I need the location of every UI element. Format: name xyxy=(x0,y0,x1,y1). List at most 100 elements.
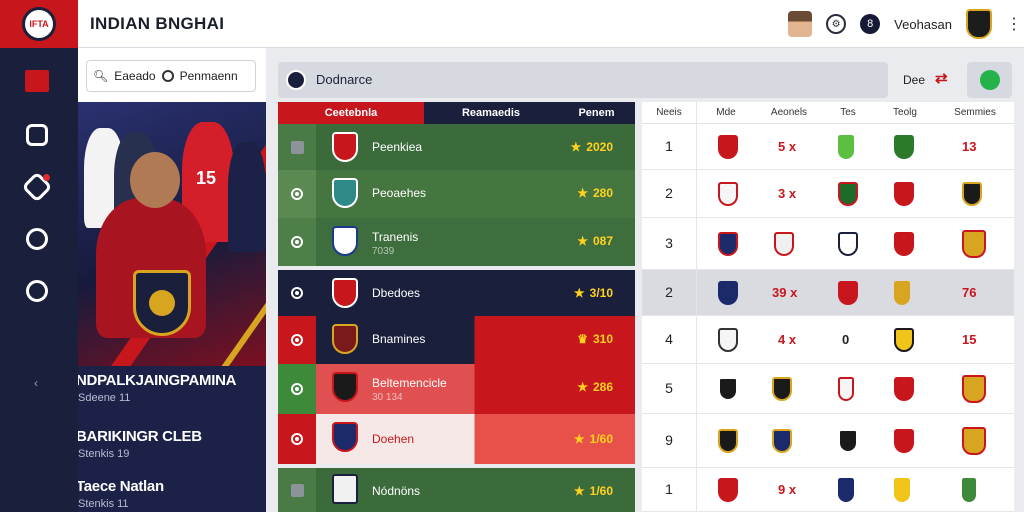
nav-team-icon[interactable] xyxy=(22,224,52,254)
club-sub: Stenkis 11 xyxy=(78,498,129,510)
radio-button[interactable] xyxy=(291,383,303,395)
table-row[interactable]: Tranenis 7039 ★ 087 xyxy=(278,218,635,266)
cell-value: 9 x xyxy=(778,482,797,497)
table-row[interactable]: 5 xyxy=(642,364,1014,414)
settings-icon[interactable]: ⚙ xyxy=(826,14,847,34)
team-badge-icon xyxy=(332,132,358,162)
row-select[interactable] xyxy=(278,468,316,512)
more-menu-icon[interactable]: ⋮ xyxy=(1006,14,1022,34)
column-header[interactable]: Reamaedis xyxy=(424,102,558,124)
column-header[interactable]: Ceetebnla xyxy=(278,102,424,124)
checkbox[interactable] xyxy=(290,140,304,154)
filter-icon[interactable] xyxy=(161,70,174,82)
table-row[interactable]: Peenkiea ★ 2020 xyxy=(278,124,635,170)
table-row[interactable]: Nódnöns ★ 1/60 xyxy=(278,468,635,512)
table-row[interactable]: 3 xyxy=(642,218,1014,270)
team-badge-icon xyxy=(332,324,358,354)
avatar[interactable] xyxy=(788,11,813,37)
team-badge-icon xyxy=(962,182,982,206)
team-badge-icon xyxy=(718,328,738,352)
table-row[interactable]: 1 5 x 13 xyxy=(642,124,1014,170)
nav-rail: ‹ xyxy=(0,48,78,512)
row-index: 1 xyxy=(665,138,673,154)
logo-crest-icon: IFTA xyxy=(22,7,56,41)
go-button[interactable] xyxy=(967,62,1012,98)
radio-button[interactable] xyxy=(291,236,303,248)
column-header[interactable]: Tes xyxy=(822,107,874,118)
table-row[interactable]: 2 39 x 76 xyxy=(642,270,1014,316)
team-badge-icon xyxy=(838,478,854,502)
table-row[interactable]: 4 4 x 0 15 xyxy=(642,316,1014,364)
team-badge-icon xyxy=(772,377,792,401)
row-select[interactable] xyxy=(278,414,316,464)
swap-icon[interactable]: ⇄ xyxy=(935,69,953,87)
team-cell: Tranenis 7039 ★ 087 xyxy=(316,218,635,266)
radio-button[interactable] xyxy=(291,188,303,200)
star-icon: ★ xyxy=(577,234,588,248)
column-header[interactable]: Aeonels xyxy=(756,107,822,118)
table-row[interactable]: 2 3 x xyxy=(642,170,1014,218)
table-row[interactable]: 1 9 x xyxy=(642,468,1014,512)
nav-calendar-icon[interactable] xyxy=(22,120,52,150)
row-index: 3 xyxy=(665,235,673,251)
radio-button[interactable] xyxy=(291,287,303,299)
search-input[interactable]: Eaeado xyxy=(114,69,155,83)
team-badge-icon xyxy=(894,281,910,305)
team-badge-icon xyxy=(894,232,914,256)
radio-button[interactable] xyxy=(291,433,303,445)
table-row[interactable]: Dbedoes ★ 3/10 xyxy=(278,270,635,316)
row-select[interactable] xyxy=(278,270,316,316)
team-name: Dbedoes xyxy=(372,286,421,300)
user-icon[interactable]: 8 xyxy=(860,14,881,34)
checkbox[interactable] xyxy=(290,483,304,497)
table-row[interactable]: Peoaehes ★ 280 xyxy=(278,170,635,218)
team-icon xyxy=(26,228,48,250)
row-index: 1 xyxy=(665,481,673,497)
row-select[interactable] xyxy=(278,124,316,170)
row-select[interactable] xyxy=(278,316,316,364)
row-select[interactable] xyxy=(278,364,316,414)
nav-network-icon[interactable] xyxy=(21,171,53,203)
cell-value: 3 x xyxy=(778,186,797,201)
search-box[interactable]: 🔍︎ Eaeado Penmaenn xyxy=(86,60,256,92)
column-header[interactable]: Mde xyxy=(696,107,756,118)
table-row[interactable]: 9 xyxy=(642,414,1014,468)
team-rating: ★ 1/60 xyxy=(573,484,613,498)
team-badge-icon xyxy=(332,372,358,402)
table-row[interactable]: Beltemencicle 30 134 ★ 286 xyxy=(278,364,635,414)
header-right-label[interactable]: Dee xyxy=(903,73,925,87)
column-header[interactable]: Neeis xyxy=(642,107,696,118)
row-select[interactable] xyxy=(278,170,316,218)
team-sub: 30 134 xyxy=(372,392,403,403)
player-figure xyxy=(228,142,266,252)
club-badge-icon[interactable] xyxy=(966,9,992,39)
club-sub: Stenkis 19 xyxy=(78,448,130,460)
chevron-left-icon[interactable]: ‹ xyxy=(34,376,38,390)
app-title: INDIAN BNGHAI xyxy=(90,14,225,33)
team-badge-icon xyxy=(838,232,858,256)
column-header[interactable]: Penem xyxy=(558,102,635,124)
radio-button[interactable] xyxy=(291,334,303,346)
team-badge-icon xyxy=(718,281,738,305)
team-badge-icon xyxy=(718,478,738,502)
team-badge-icon xyxy=(718,232,738,256)
user-name[interactable]: Veohasan xyxy=(894,17,952,32)
column-header[interactable]: Teolg xyxy=(874,107,936,118)
filter-label[interactable]: Penmaenn xyxy=(180,69,238,83)
team-cell: Peoaehes ★ 280 xyxy=(316,170,635,218)
star-icon: ★ xyxy=(577,380,588,394)
column-header[interactable]: Semmies xyxy=(936,107,1014,118)
team-badge-icon xyxy=(718,135,738,159)
team-rating: ★ 286 xyxy=(577,380,613,394)
cell-value: 76 xyxy=(962,285,977,300)
team-badge-icon xyxy=(772,429,792,453)
nav-home-icon[interactable] xyxy=(25,70,49,92)
nav-ball-icon[interactable] xyxy=(22,276,52,306)
table-row[interactable]: Doehen ★ 1/60 xyxy=(278,414,635,464)
app-logo[interactable]: IFTA xyxy=(0,0,78,48)
club-name: NDPALKJAINGPAMINA xyxy=(78,372,237,389)
table-row[interactable]: Bnamines ♛ 310 xyxy=(278,316,635,364)
row-select[interactable] xyxy=(278,218,316,266)
team-badge-icon xyxy=(838,377,854,401)
star-icon: ★ xyxy=(577,186,588,200)
